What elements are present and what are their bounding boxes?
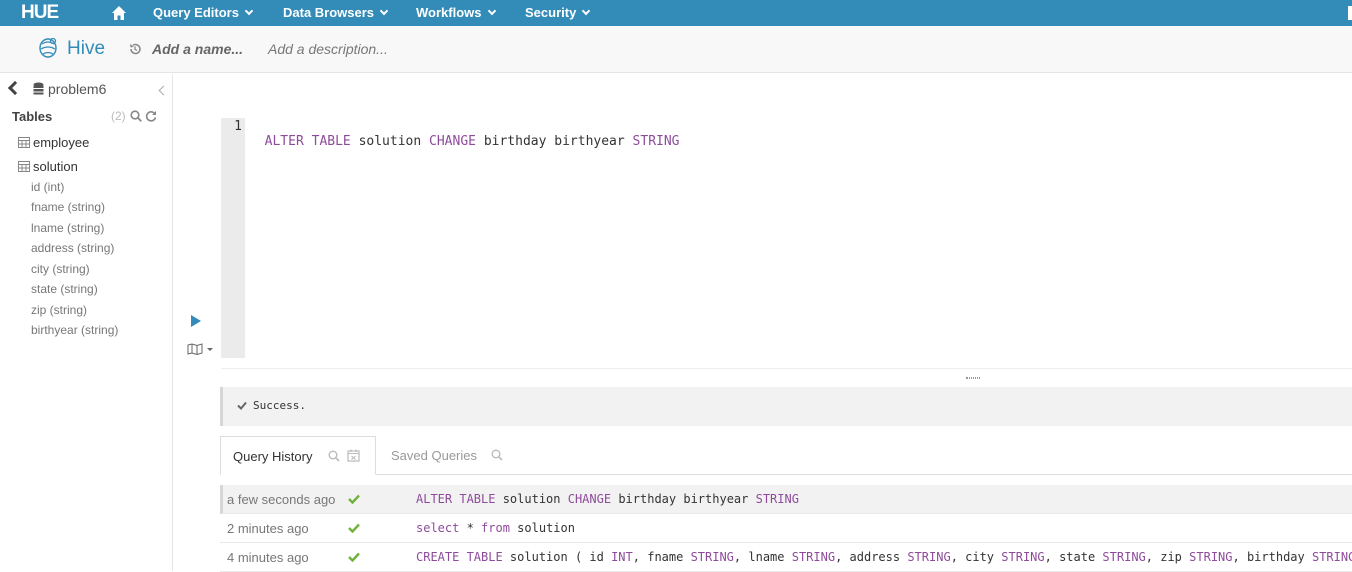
code-token: STRING — [632, 134, 680, 149]
column-item[interactable]: city (string) — [31, 262, 90, 276]
nav-query-editors[interactable]: Query Editors — [153, 0, 254, 26]
search-icon[interactable] — [130, 110, 142, 122]
query-name-field[interactable]: Add a name... — [152, 41, 243, 57]
editor-header: Hive Add a name... Add a description... — [0, 26, 1352, 73]
column-item[interactable]: id (int) — [31, 180, 64, 194]
code-token: ALTER TABLE — [264, 134, 351, 149]
table-item-solution[interactable]: solution — [18, 159, 78, 174]
hue-logo[interactable]: HUE — [21, 3, 59, 22]
history-time: 2 minutes ago — [227, 521, 309, 536]
database-name[interactable]: problem6 — [48, 81, 106, 97]
success-check-icon — [348, 523, 360, 533]
history-query: ALTER TABLE solution CHANGE birthday bir… — [416, 492, 799, 506]
success-check-icon — [348, 494, 360, 504]
nav-security[interactable]: Security — [525, 0, 591, 26]
map-icon[interactable] — [187, 343, 215, 355]
column-item[interactable]: fname (string) — [31, 200, 105, 214]
column-item[interactable]: state (string) — [31, 282, 98, 296]
line-number: 1 — [234, 119, 242, 134]
table-name: solution — [33, 159, 78, 174]
home-icon[interactable] — [111, 5, 127, 21]
history-row[interactable]: a few seconds ago ALTER TABLE solution C… — [220, 485, 1352, 514]
table-item-employee[interactable]: employee — [18, 135, 89, 150]
database-icon — [33, 82, 44, 95]
resize-handle[interactable] — [966, 377, 980, 379]
hive-bee-icon — [39, 37, 57, 58]
history-query: select * from solution — [416, 521, 575, 535]
chevron-down-icon — [379, 6, 389, 16]
history-time: a few seconds ago — [227, 492, 336, 507]
status-message: Success. — [253, 399, 306, 412]
app-title: Hive — [67, 38, 106, 59]
tables-heading: Tables — [12, 109, 53, 124]
tab-label: Saved Queries — [391, 448, 477, 463]
column-item[interactable]: zip (string) — [31, 303, 87, 317]
tables-count: (2) — [111, 109, 126, 123]
chevron-down-icon — [582, 6, 591, 16]
nav-data-browsers[interactable]: Data Browsers — [283, 0, 389, 26]
refresh-icon[interactable] — [145, 110, 157, 122]
table-icon — [18, 161, 30, 172]
search-icon[interactable] — [328, 450, 340, 462]
history-row[interactable]: 2 minutes ago select * from solution — [220, 514, 1352, 543]
run-query-button[interactable] — [191, 315, 201, 327]
back-chevron-icon[interactable] — [7, 80, 23, 96]
search-icon[interactable] — [491, 449, 503, 461]
code-token: solution — [350, 134, 430, 149]
history-time: 4 minutes ago — [227, 550, 309, 565]
column-item[interactable]: birthyear (string) — [31, 323, 118, 337]
table-name: employee — [33, 135, 90, 150]
top-navbar: HUE Query Editors Data Browsers Workflow… — [0, 0, 1352, 26]
assist-panel: problem6 Tables (2) employee solution id… — [0, 74, 173, 571]
nav-workflows[interactable]: Workflows — [416, 0, 496, 26]
history-row[interactable]: 4 minutes ago CREATE TABLE solution ( id… — [220, 543, 1352, 572]
code-editor[interactable]: ALTER TABLE solution CHANGE birthday bir… — [249, 119, 680, 149]
chevron-down-icon — [487, 6, 496, 16]
code-token: birthday birthyear — [476, 134, 633, 149]
clear-history-icon[interactable] — [347, 449, 360, 462]
check-icon — [237, 401, 247, 410]
nav-right-edge[interactable] — [1348, 6, 1352, 20]
column-item[interactable]: lname (string) — [31, 221, 104, 235]
collapse-panel-icon[interactable] — [158, 85, 169, 96]
column-item[interactable]: address (string) — [31, 241, 114, 255]
chevron-down-icon — [244, 6, 254, 16]
table-icon — [18, 137, 30, 148]
editor-divider — [221, 368, 1352, 369]
success-check-icon — [348, 552, 360, 562]
editor-gutter — [221, 118, 245, 358]
history-query: CREATE TABLE solution ( id INT, fname ST… — [416, 550, 1352, 564]
tab-saved-queries[interactable]: Saved Queries — [376, 436, 516, 475]
result-status-panel: Success. — [220, 387, 1352, 426]
tab-query-history[interactable]: Query History — [220, 436, 376, 475]
code-token: CHANGE — [429, 134, 476, 149]
tab-label: Query History — [233, 449, 313, 464]
query-description-field[interactable]: Add a description... — [268, 41, 388, 57]
history-icon[interactable] — [128, 42, 142, 56]
